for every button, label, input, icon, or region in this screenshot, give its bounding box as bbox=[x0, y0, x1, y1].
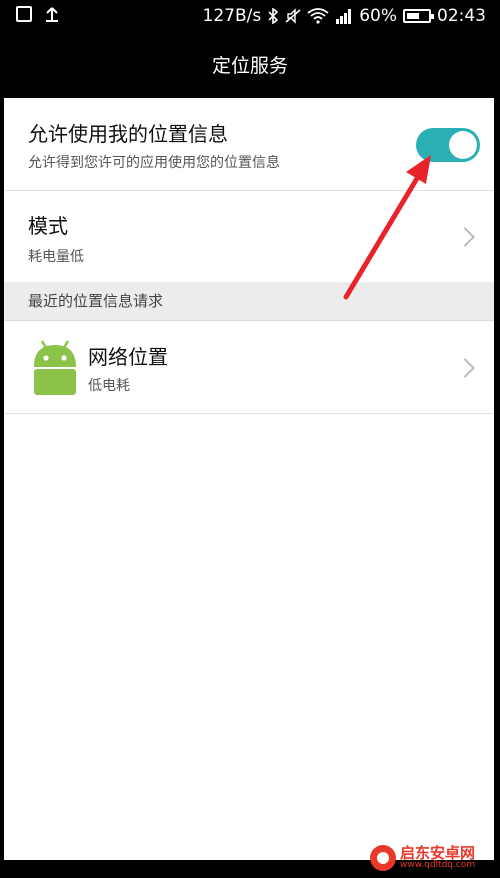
watermark-logo-icon bbox=[370, 845, 396, 871]
bluetooth-icon bbox=[268, 8, 279, 24]
wifi-icon bbox=[307, 8, 329, 24]
recent-requests-label: 最近的位置信息请求 bbox=[28, 292, 164, 310]
chevron-right-icon bbox=[455, 227, 475, 247]
network-speed: 127B/s bbox=[202, 6, 262, 26]
list-item[interactable]: 网络位置 低电耗 bbox=[4, 321, 494, 414]
list-item-title: 网络位置 bbox=[88, 345, 168, 369]
mode-row[interactable]: 模式 耗电量低 bbox=[4, 190, 494, 282]
clock: 02:43 bbox=[437, 6, 486, 26]
signal-icon bbox=[336, 9, 352, 24]
settings-panel: 允许使用我的位置信息 允许得到您许可的应用使用您的位置信息 模式 耗电量低 最近… bbox=[4, 98, 494, 860]
mute-icon bbox=[285, 8, 301, 24]
upload-icon bbox=[46, 7, 58, 22]
chevron-right-icon bbox=[455, 358, 475, 378]
recent-requests-header: 最近的位置信息请求 bbox=[4, 282, 494, 321]
list-item-subtitle: 低电耗 bbox=[88, 378, 130, 394]
watermark-url: www.qdltdq.com bbox=[400, 860, 476, 871]
location-permission-row[interactable]: 允许使用我的位置信息 允许得到您许可的应用使用您的位置信息 bbox=[4, 98, 494, 191]
location-toggle-switch[interactable] bbox=[416, 128, 480, 162]
watermark-brand: 启东安卓网 bbox=[400, 843, 476, 862]
location-permission-title: 允许使用我的位置信息 bbox=[28, 122, 228, 146]
status-bar: 127B/s 60% 02:43 bbox=[0, 0, 500, 34]
toggle-knob bbox=[449, 131, 477, 159]
page-title: 定位服务 bbox=[0, 34, 500, 98]
mode-subtitle: 耗电量低 bbox=[28, 249, 84, 265]
location-permission-subtitle: 允许得到您许可的应用使用您的位置信息 bbox=[28, 155, 280, 171]
battery-percent: 60% bbox=[359, 6, 397, 26]
mode-title: 模式 bbox=[28, 214, 68, 238]
android-icon bbox=[34, 340, 76, 395]
watermark: 启东安卓网 www.qdltdq.com bbox=[370, 838, 500, 878]
gallery-icon bbox=[16, 6, 32, 22]
battery-icon bbox=[403, 9, 434, 23]
